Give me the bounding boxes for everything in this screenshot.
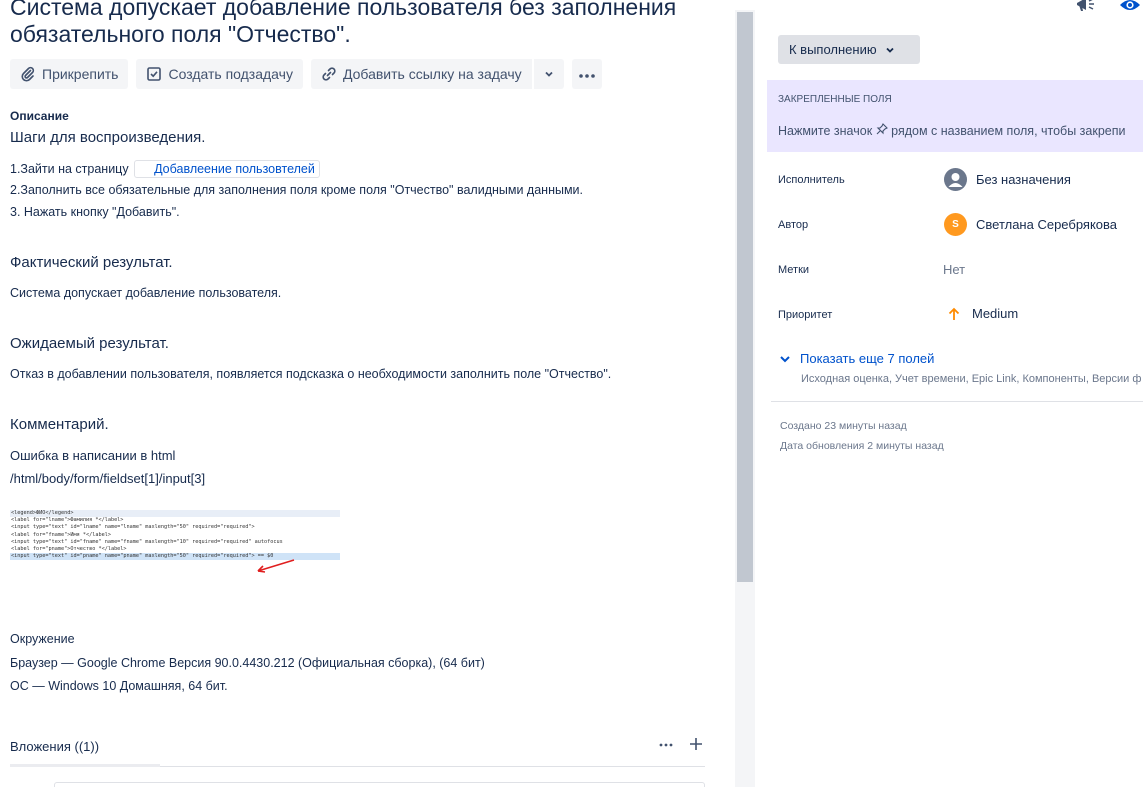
code-line: <input type="text" id="fname" name="fnam… (11, 538, 283, 545)
pinned-fields-hint: Нажмите значок рядом с названием поля, ч… (778, 123, 1126, 138)
create-subtask-label: Создать подзадачу (168, 66, 293, 82)
step-2: 2.Заполнить все обязательные для заполне… (10, 183, 584, 197)
attach-button-label: Прикрепить (42, 66, 119, 82)
reporter-value[interactable]: S Светлана Серебрякова (944, 213, 1117, 236)
environment-os: ОС — Windows 10 Домашняя, 64 бит. (10, 679, 228, 693)
status-dropdown-button[interactable]: К выполнению (778, 35, 920, 64)
issue-sidebar: К выполнению ЗАКРЕПЛЕННЫЕ ПОЛЯ Нажмите з… (757, 0, 1143, 787)
page-link-label: Добавлеение пользовтелей (154, 162, 315, 176)
steps-heading: Шаги для воспроизведения. (10, 129, 206, 146)
show-more-fields-label: Показать еще 7 полей (800, 351, 935, 366)
code-line: <legend>ФИО</legend> (10, 510, 340, 518)
scrollbar-thumb[interactable] (737, 12, 753, 582)
status-label: К выполнению (789, 42, 877, 57)
megaphone-icon[interactable] (1075, 0, 1097, 19)
issue-toolbar: Прикрепить Создать подзадачу Добавить сс… (10, 59, 610, 89)
subtask-icon (146, 66, 162, 82)
pin-icon (876, 123, 891, 138)
pinned-fields-title: ЗАКРЕПЛЕННЫЕ ПОЛЯ (778, 94, 892, 105)
paperclip-icon (20, 66, 36, 82)
add-issue-link-label: Добавить ссылку на задачу (342, 66, 522, 82)
link-icon (321, 66, 337, 82)
unassigned-avatar-icon (944, 168, 967, 191)
assignee-value[interactable]: Без назначения (944, 168, 1071, 191)
more-icon[interactable] (659, 737, 673, 755)
chevron-down-icon (544, 66, 554, 82)
actual-result-text: Система допускает добавление пользовател… (10, 286, 282, 300)
priority-arrow-up-icon (948, 307, 960, 321)
description-label: Описание (10, 109, 69, 123)
expected-result-text: Отказ в добавлении пользователя, появляе… (10, 367, 612, 381)
issue-title[interactable]: Система допускает добавление пользовател… (10, 0, 730, 48)
updated-timestamp: Дата обновления 2 минуты назад (780, 440, 944, 452)
html-code-screenshot[interactable]: <legend>ФИО</legend> <label for="lname">… (10, 510, 340, 580)
environment-browser: Браузер — Google Chrome Версия 90.0.4430… (10, 656, 485, 670)
watch-eye-icon[interactable] (1119, 0, 1141, 19)
show-more-fields-button[interactable]: Показать еще 7 полей (779, 351, 934, 366)
comment-line-2: /html/body/form/fieldset[1]/input[3] (10, 471, 206, 486)
expected-result-heading: Ожидаемый результат. (10, 335, 169, 352)
labels-value[interactable]: Нет (943, 262, 965, 277)
attachments-tab-indicator (10, 764, 160, 767)
show-more-fields-list: Исходная оценка, Учет времени, Epic Link… (801, 373, 1142, 385)
reporter-avatar: S (944, 213, 967, 236)
plus-icon[interactable] (689, 737, 703, 755)
create-subtask-button[interactable]: Создать подзадачу (136, 59, 303, 89)
add-issue-link-button[interactable]: Добавить ссылку на задачу (310, 59, 532, 89)
step-3: 3. Нажать кнопку "Добавить". (10, 205, 180, 219)
code-line: <label for="pname">Отчество *</label> (11, 546, 127, 553)
chevron-down-icon (885, 45, 895, 55)
comment-heading: Комментарий. (10, 416, 109, 433)
code-line: <label for="fname">Имя *</label> (11, 531, 111, 538)
environment-label: Окружение (10, 632, 75, 646)
sidebar-divider (771, 401, 1143, 402)
step-1-text: 1.Зайти на страницу (10, 162, 129, 176)
pinned-hint-prefix: Нажмите значок (778, 124, 873, 138)
attachment-card[interactable] (54, 782, 705, 787)
sidebar-top-icons (1075, 0, 1141, 19)
priority-label: Приоритет (778, 309, 833, 321)
assignee-label: Исполнитель (778, 174, 845, 186)
attach-button[interactable]: Прикрепить (10, 59, 129, 89)
labels-label: Метки (778, 264, 810, 276)
actual-result-heading: Фактический результат. (10, 254, 173, 271)
link-dropdown-button[interactable] (533, 59, 564, 89)
attachments-actions (659, 737, 703, 755)
reporter-name: Светлана Серебрякова (976, 217, 1118, 232)
pinned-fields-panel: ЗАКРЕПЛЕННЫЕ ПОЛЯ Нажмите значок рядом с… (767, 80, 1143, 152)
code-line: <label for="lname">Фамилия *</label> (11, 517, 124, 524)
comment-line-1: Ошибка в написании в html (10, 448, 176, 463)
attachments-heading: Вложения ((1)) (10, 739, 100, 754)
priority-name: Medium (972, 306, 1019, 321)
pinned-hint-suffix: рядом с названием поля, чтобы закрепи (891, 124, 1126, 138)
step-1: 1.Зайти на страницу Добавлеение пользовт… (10, 160, 320, 178)
created-timestamp: Создано 23 минуты назад (780, 420, 907, 432)
chevron-down-icon (779, 353, 791, 365)
page-link[interactable]: Добавлеение пользовтелей (134, 160, 320, 178)
issue-main-panel: Система допускает добавление пользовател… (0, 0, 735, 787)
red-arrow-icon (257, 559, 295, 573)
assignee-name: Без назначения (976, 172, 1071, 187)
more-actions-button[interactable] (571, 59, 602, 89)
reporter-label: Автор (778, 219, 809, 231)
code-line: <input type="text" id="lname" name="lnam… (11, 524, 255, 531)
priority-value[interactable]: Medium (948, 306, 1018, 321)
more-icon (578, 66, 596, 82)
